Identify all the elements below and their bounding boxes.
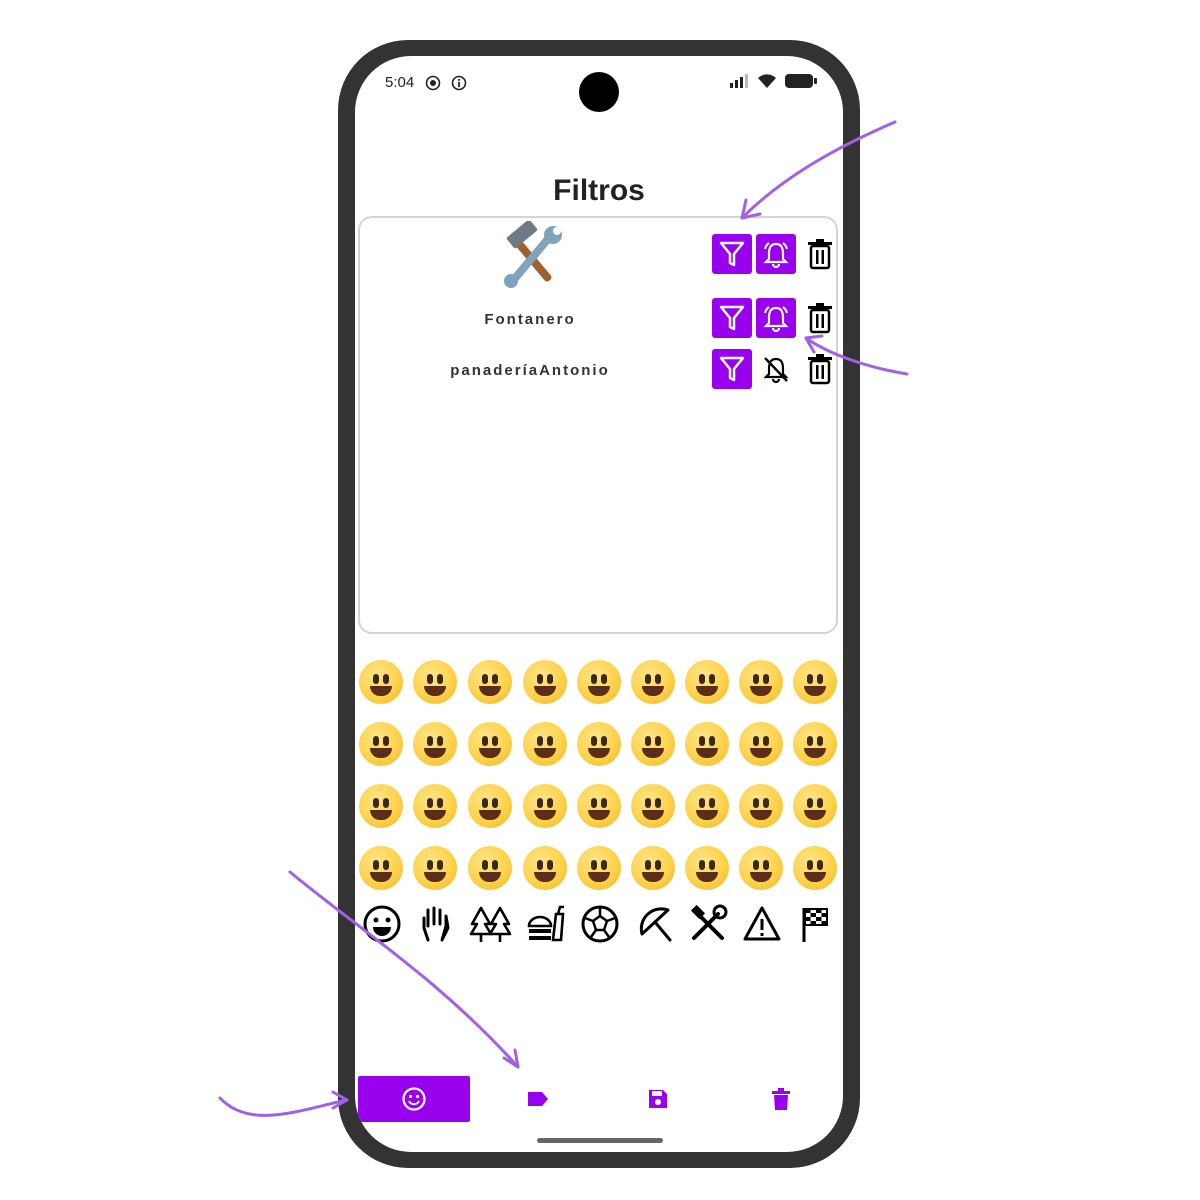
save-tab[interactable] (633, 1076, 683, 1122)
holding-back-tears-emoji[interactable] (577, 784, 621, 828)
upside-down-emoji[interactable] (359, 722, 403, 766)
hand-over-mouth-emoji[interactable] (523, 846, 567, 890)
trees-icon[interactable] (469, 902, 513, 946)
label-icon (528, 1092, 548, 1106)
filter-name-2[interactable]: panaderíaAntonio (425, 362, 635, 379)
hand-icon[interactable] (414, 902, 458, 946)
emoji-tab-icon (402, 1087, 426, 1111)
grin-emoji[interactable] (523, 660, 567, 704)
kissing-emoji[interactable] (359, 784, 403, 828)
notification-toggle-button-2[interactable] (756, 298, 796, 338)
filters-card (358, 216, 838, 634)
grinning-emoji[interactable] (359, 660, 403, 704)
trash-icon (808, 354, 832, 385)
thinking-emoji[interactable] (739, 846, 783, 890)
notification-toggle-button-1[interactable] (756, 234, 796, 274)
kissing-smiling-eyes-emoji[interactable] (523, 784, 567, 828)
umbrella-icon[interactable] (632, 902, 676, 946)
filter-icon (719, 356, 745, 382)
rofl-emoji[interactable] (685, 660, 729, 704)
laughing-emoji[interactable] (577, 660, 621, 704)
bell-off-icon (763, 357, 789, 384)
tongue-emoji[interactable] (685, 784, 729, 828)
delete-button-3[interactable] (800, 349, 840, 389)
money-mouth-emoji[interactable] (413, 846, 457, 890)
star-struck-emoji[interactable] (739, 722, 783, 766)
filter-toggle-button-3[interactable] (712, 349, 752, 389)
record-icon (425, 75, 441, 95)
smiley-emoji[interactable] (413, 660, 457, 704)
peeking-eye-emoji[interactable] (631, 846, 675, 890)
slightly-smiling-emoji[interactable] (793, 660, 837, 704)
tools-icon[interactable] (686, 902, 730, 946)
wink-emoji[interactable] (468, 722, 512, 766)
soccer-icon[interactable] (578, 902, 622, 946)
info-icon (451, 75, 467, 95)
save-icon (649, 1090, 667, 1108)
hugging-emoji[interactable] (468, 846, 512, 890)
blush-emoji[interactable] (523, 722, 567, 766)
delete-tab[interactable] (756, 1076, 806, 1122)
notification-toggle-button-3[interactable] (756, 349, 796, 389)
hammer-and-wrench-icon[interactable] (497, 219, 567, 291)
relaxed-emoji[interactable] (413, 784, 457, 828)
bottom-navigation (355, 1076, 843, 1124)
food-icon[interactable] (524, 902, 568, 946)
zany-emoji[interactable] (793, 784, 837, 828)
smile-emoji[interactable] (468, 660, 512, 704)
filter-toggle-button-2[interactable] (712, 298, 752, 338)
filter-icon (719, 305, 745, 331)
heart-eyes-emoji[interactable] (685, 722, 729, 766)
flag-icon[interactable] (794, 902, 838, 946)
front-camera (579, 72, 619, 112)
saluting-emoji[interactable] (793, 846, 837, 890)
bell-ringing-icon (763, 306, 789, 333)
filter-icon (719, 241, 745, 267)
open-eyes-hand-over-mouth-emoji[interactable] (577, 846, 621, 890)
emoji-category-bar (355, 902, 843, 952)
smiling-hearts-emoji[interactable] (631, 722, 675, 766)
shushing-emoji[interactable] (685, 846, 729, 890)
emoji-tab[interactable] (358, 1076, 470, 1122)
delete-button-2[interactable] (800, 298, 840, 338)
screen: 5:04 Filtros Fontanero panaderíaAntonio (355, 56, 843, 1152)
filter-toggle-button-1[interactable] (712, 234, 752, 274)
yum-emoji[interactable] (631, 784, 675, 828)
winking-tongue-emoji[interactable] (739, 784, 783, 828)
bell-ringing-icon (763, 242, 789, 269)
status-time: 5:04 (385, 74, 415, 91)
kissing-closed-eyes-emoji[interactable] (468, 784, 512, 828)
trash-icon (808, 303, 832, 334)
home-indicator (537, 1138, 663, 1143)
warning-icon[interactable] (740, 902, 784, 946)
squinting-tongue-emoji[interactable] (359, 846, 403, 890)
smileys-icon[interactable] (360, 902, 404, 946)
kissing-heart-emoji[interactable] (793, 722, 837, 766)
delete-icon (772, 1088, 790, 1110)
trash-icon (808, 239, 832, 270)
page-title: Filtros (553, 174, 645, 207)
joy-emoji[interactable] (739, 660, 783, 704)
innocent-emoji[interactable] (577, 722, 621, 766)
battery-icon (785, 73, 817, 93)
melting-emoji[interactable] (413, 722, 457, 766)
tag-tab[interactable] (513, 1076, 563, 1122)
wifi-icon (757, 73, 777, 93)
filter-name-1[interactable]: Fontanero (455, 311, 605, 328)
signal-icon (729, 74, 749, 92)
delete-button-1[interactable] (800, 234, 840, 274)
sweat-smile-emoji[interactable] (631, 660, 675, 704)
